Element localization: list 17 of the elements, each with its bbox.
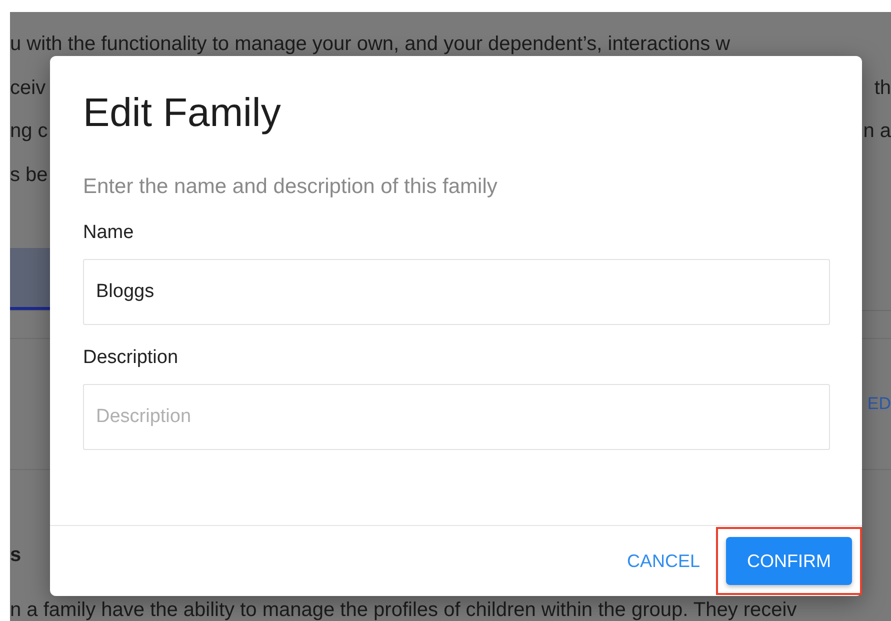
field-label: Name <box>83 221 135 245</box>
tab[interactable] <box>10 248 50 310</box>
cancel-button[interactable]: CANCEL <box>626 537 700 585</box>
page-text: s be <box>10 164 48 187</box>
input-field[interactable]: Description <box>83 384 830 450</box>
page-text: u with the functionality to manage your own, and your dependent’s, interactions w <box>10 33 730 56</box>
page-text: n a family have the ability to manage the profiles of children within the group. They receiv <box>10 599 798 621</box>
input-field[interactable]: Bloggs <box>83 259 830 325</box>
page-text: ceiv <box>10 76 46 100</box>
section-heading: s <box>10 544 22 567</box>
page-text: ng c <box>10 120 48 144</box>
dialog-title: Edit Family <box>83 90 282 137</box>
field-label: Description <box>83 346 180 370</box>
page-text: th <box>874 76 891 100</box>
dialog-subtitle: Enter the name and description of this family <box>83 174 498 200</box>
confirm-button[interactable]: CONFIRM <box>726 537 852 585</box>
page-text: n a <box>863 120 891 144</box>
